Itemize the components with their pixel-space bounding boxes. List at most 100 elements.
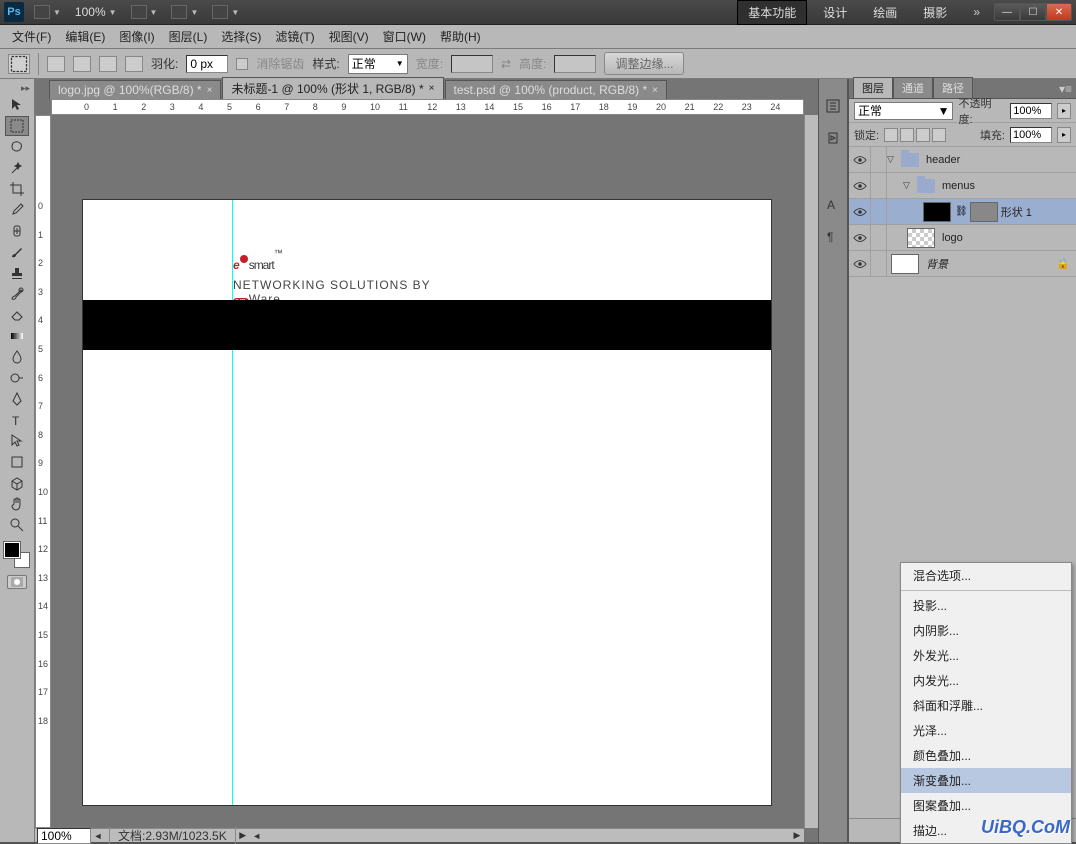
opacity-slider-icon[interactable]: ▸ (1057, 103, 1071, 119)
vector-mask-thumbnail[interactable] (970, 202, 998, 222)
mask-link-icon[interactable]: ⛓ (955, 206, 968, 217)
toolbox-expand-icon[interactable]: ▸▸ (21, 83, 34, 94)
scrollbar-vertical[interactable] (804, 115, 818, 828)
visibility-eye-icon[interactable] (849, 225, 871, 250)
layer-name[interactable]: header (926, 154, 960, 166)
document-tab-1[interactable]: 未标题-1 @ 100% (形状 1, RGB/8) *× (222, 77, 443, 99)
path-select-tool[interactable] (5, 431, 29, 451)
canvas[interactable]: esmart™ NETWORKING SOLUTIONS BY emWare (83, 200, 771, 805)
brush-tool[interactable] (5, 242, 29, 262)
layer-thumbnail[interactable] (907, 228, 935, 248)
healing-tool[interactable] (5, 221, 29, 241)
arrange-menu[interactable]: ▼ (167, 3, 202, 21)
layer-name[interactable]: 形状 1 (1001, 204, 1032, 220)
menu-view[interactable]: 视图(V) (323, 26, 375, 47)
quick-mask-button[interactable] (7, 575, 27, 589)
menu-window[interactable]: 窗口(W) (377, 26, 432, 47)
gradient-tool[interactable] (5, 326, 29, 346)
dodge-tool[interactable] (5, 368, 29, 388)
lock-pixels-icon[interactable] (900, 128, 914, 142)
marquee-tool[interactable] (5, 116, 29, 136)
status-info-more-icon[interactable]: ▶ (236, 830, 250, 842)
ruler-vertical[interactable]: 0123456789101112131415161718 (35, 115, 51, 828)
history-brush-tool[interactable] (5, 284, 29, 304)
layer-name[interactable]: menus (942, 180, 975, 192)
workspace-photo[interactable]: 摄影 (913, 1, 957, 24)
style-dropdown[interactable]: 正常▼ (348, 54, 408, 74)
selection-add-icon[interactable] (73, 56, 91, 72)
move-tool[interactable] (5, 95, 29, 115)
layer-row[interactable]: ▽ header (849, 147, 1076, 173)
visibility-eye-icon[interactable] (849, 173, 871, 198)
maximize-button[interactable]: ☐ (1020, 3, 1046, 21)
scroll-left-icon[interactable]: ◄ (91, 830, 105, 842)
foreground-color-swatch[interactable] (4, 542, 20, 558)
layer-thumbnail[interactable] (923, 202, 951, 222)
crop-tool[interactable] (5, 179, 29, 199)
context-menu-item[interactable]: 内发光... (901, 668, 1071, 693)
visibility-eye-icon[interactable] (849, 251, 871, 276)
visibility-eye-icon[interactable] (849, 199, 871, 224)
close-tab-icon[interactable]: × (429, 83, 435, 94)
tab-channels[interactable]: 通道 (893, 77, 933, 98)
close-tab-icon[interactable]: × (207, 85, 213, 96)
context-menu-item[interactable]: 颜色叠加... (901, 743, 1071, 768)
menu-filter[interactable]: 滤镜(T) (269, 26, 320, 47)
layer-row[interactable]: ⛓ 形状 1 (849, 199, 1076, 225)
3d-tool[interactable] (5, 473, 29, 493)
magic-wand-tool[interactable] (5, 158, 29, 178)
lock-position-icon[interactable] (916, 128, 930, 142)
scroll-left-btn[interactable]: ◄ (250, 830, 264, 842)
folder-toggle-icon[interactable]: ▽ (903, 180, 913, 191)
menu-layer[interactable]: 图层(L) (163, 26, 214, 47)
status-info[interactable]: 文档:2.93M/1023.5K (109, 827, 236, 844)
opacity-input[interactable]: 100% (1010, 103, 1052, 119)
current-tool-icon[interactable] (8, 54, 30, 74)
scroll-right-btn[interactable]: ▶ (790, 830, 804, 842)
context-menu-item[interactable]: 内阴影... (901, 618, 1071, 643)
context-menu-item[interactable]: 外发光... (901, 643, 1071, 668)
blur-tool[interactable] (5, 347, 29, 367)
bridge-menu[interactable]: ▼ (30, 3, 65, 21)
menu-file[interactable]: 文件(F) (6, 26, 57, 47)
close-button[interactable]: ✕ (1046, 3, 1072, 21)
blend-mode-dropdown[interactable]: 正常▼ (854, 102, 953, 120)
context-menu-item[interactable]: 渐变叠加... (901, 768, 1071, 793)
fill-slider-icon[interactable]: ▸ (1057, 127, 1071, 143)
selection-new-icon[interactable] (47, 56, 65, 72)
character-panel-icon[interactable]: A (823, 195, 843, 213)
workspace-basic[interactable]: 基本功能 (737, 0, 807, 25)
menu-image[interactable]: 图像(I) (113, 26, 160, 47)
document-tab-2[interactable]: test.psd @ 100% (product, RGB/8) *× (445, 80, 667, 99)
type-tool[interactable]: T (5, 410, 29, 430)
menu-select[interactable]: 选择(S) (215, 26, 267, 47)
minimize-button[interactable]: — (994, 3, 1020, 21)
context-menu-item[interactable]: 投影... (901, 593, 1071, 618)
context-menu-item[interactable]: 斜面和浮雕... (901, 693, 1071, 718)
folder-toggle-icon[interactable]: ▽ (887, 154, 897, 165)
eyedropper-tool[interactable] (5, 200, 29, 220)
selection-intersect-icon[interactable] (125, 56, 143, 72)
layer-name[interactable]: 背景 (926, 256, 948, 272)
context-menu-item[interactable]: 光泽... (901, 718, 1071, 743)
zoom-menu[interactable]: 100%▼ (71, 3, 121, 21)
layer-row[interactable]: 背景🔒 (849, 251, 1076, 277)
lock-transparent-icon[interactable] (884, 128, 898, 142)
screen-mode-menu[interactable]: ▼ (208, 3, 243, 21)
layer-row[interactable]: ▽ menus (849, 173, 1076, 199)
actions-panel-icon[interactable] (823, 129, 843, 147)
eraser-tool[interactable] (5, 305, 29, 325)
context-menu-item[interactable]: 图案叠加... (901, 793, 1071, 818)
feather-input[interactable]: 0 px (186, 55, 228, 73)
selection-subtract-icon[interactable] (99, 56, 117, 72)
layer-row[interactable]: logo (849, 225, 1076, 251)
context-menu-item[interactable]: 混合选项... (901, 563, 1071, 588)
workspace-design[interactable]: 设计 (813, 1, 857, 24)
visibility-eye-icon[interactable] (849, 147, 871, 172)
layer-thumbnail[interactable] (891, 254, 919, 274)
color-swatches[interactable] (4, 542, 30, 568)
workspace-more-icon[interactable]: » (973, 5, 980, 19)
menu-help[interactable]: 帮助(H) (434, 26, 487, 47)
hand-tool[interactable] (5, 494, 29, 514)
document-tab-0[interactable]: logo.jpg @ 100%(RGB/8) *× (49, 80, 221, 99)
